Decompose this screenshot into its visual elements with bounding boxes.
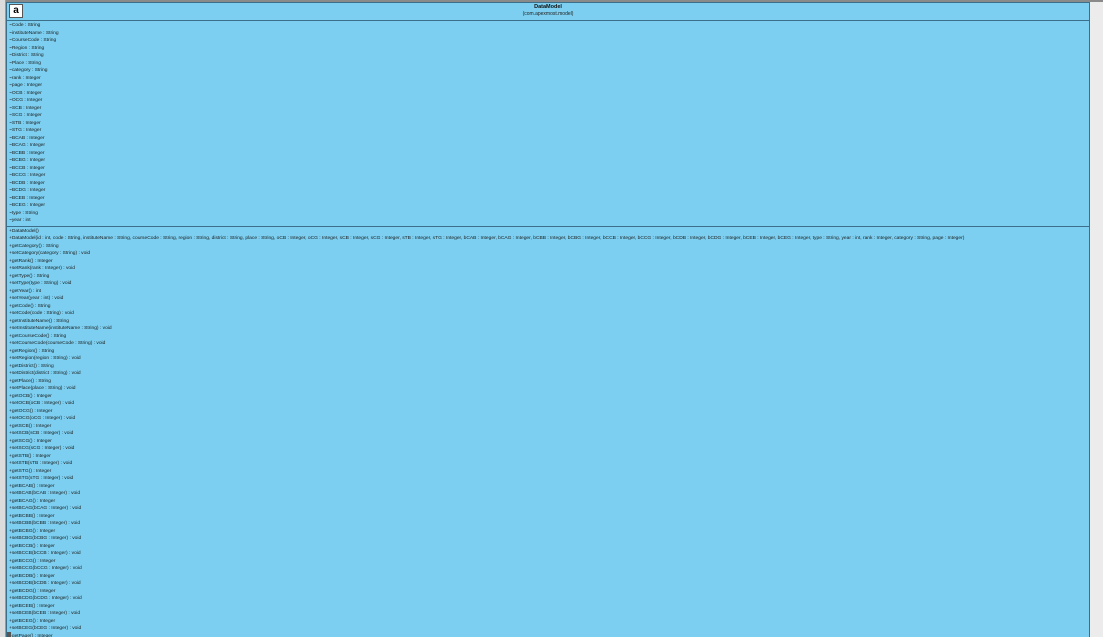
operation-row: +getSCG() : Integer: [9, 438, 52, 444]
operation-row: +getRegion() : String: [9, 348, 55, 354]
attribute-row: ~page : Integer: [9, 83, 43, 88]
operation-row: +setRegion(region : String) : void: [9, 356, 81, 361]
operation-row: +getBCDG() : Integer: [9, 588, 56, 594]
operation-row: +getOCB() : Integer: [9, 393, 52, 399]
operation-row: +getBCDB() : Integer: [9, 573, 55, 579]
operation-row: +getCategory() : String: [9, 243, 59, 249]
operation-row: +getBCEG() : Integer: [9, 618, 56, 624]
operation-row: +setDistrict(district : String) : void: [9, 371, 81, 376]
attribute-row: ~Region : String: [9, 45, 45, 51]
operation-row: +setOCB(oCB : Integer) : void: [9, 401, 75, 406]
operation-row: +getInstituteName() : String: [9, 318, 69, 324]
operation-row: +setOCG(oCG : Integer) : void: [9, 416, 76, 421]
operation-row: +getPage() : Integer: [9, 633, 53, 637]
operation-row: +setYear(year : int) : void: [9, 296, 64, 301]
operation-row: +setType(type : String) : void: [9, 281, 72, 286]
operation-row: +setSCG(sCG : Integer) : void: [9, 446, 75, 451]
class-stereotype-badge: a: [9, 4, 23, 18]
attribute-row: ~District : String: [9, 53, 44, 58]
operation-row: +getBCCB() : Integer: [9, 543, 55, 549]
attribute-row: ~BCAB : Integer: [9, 135, 45, 141]
operation-row: +getCourseCode() : String: [9, 333, 67, 339]
operation-row: +DataModel(): [9, 228, 39, 234]
operation-row: +setBCCB(bCCB : Integer) : void: [9, 551, 81, 556]
operation-row: +setSCB(sCB : Integer) : void: [9, 431, 74, 436]
class-header: DataModel (com.apexmost.model): [7, 3, 1089, 21]
attribute-row: ~Place : String: [9, 60, 41, 66]
attribute-row: ~STB : Integer: [9, 120, 41, 126]
operation-row: +setBCDG(bCDG : Integer) : void: [9, 596, 82, 601]
operation-row: +getSCB() : Integer: [9, 423, 52, 429]
operation-row: +getBCAB() : Integer: [9, 483, 55, 489]
operation-row: +setCourseCode(courseCode : String) : vo…: [9, 341, 106, 346]
attribute-row: ~BCBB : Integer: [9, 150, 45, 156]
attribute-row: ~BCCG : Integer: [9, 173, 46, 178]
operation-row: +getCode() : String: [9, 303, 51, 309]
attribute-row: ~SCB : Integer: [9, 105, 42, 111]
operation-row: +getRank() : Integer: [9, 258, 53, 264]
operation-row: +getSTB() : Integer: [9, 453, 51, 459]
attribute-row: ~Code : String: [9, 23, 41, 28]
operation-row: +getBCBB() : Integer: [9, 513, 55, 519]
attribute-row: ~BCDB : Integer: [9, 180, 45, 186]
attribute-row: ~BCDG : Integer: [9, 188, 46, 193]
operation-row: +setBCEB(bCEB : Integer) : void: [9, 611, 81, 616]
attribute-row: ~BCEB : Integer: [9, 195, 45, 201]
operations-compartment: +DataModel() +DataModel(id : int, code : …: [7, 227, 1089, 637]
operation-row: +getOCG() : Integer: [9, 408, 53, 414]
operation-row: +setBCBG(bCBG : Integer) : void: [9, 536, 82, 541]
operation-row: +getDistrict() : String: [9, 363, 54, 369]
attribute-row: ~year : int: [9, 218, 31, 223]
operation-row: +setBCCG(bCCG : Integer) : void: [9, 566, 82, 571]
attribute-row: ~type : String: [9, 210, 38, 216]
attribute-row: ~CourseCode : String: [9, 38, 57, 43]
attribute-row: ~OCG : Integer: [9, 98, 43, 103]
attribute-row: ~STG : Integer: [9, 128, 42, 133]
class-package: (com.apexmost.model): [522, 10, 574, 17]
operation-row: +setCategory(category : String) : void: [9, 251, 91, 256]
attribute-row: ~OCB : Integer: [9, 90, 42, 96]
connector-stub: [7, 632, 11, 637]
attributes-compartment: ~Code : String ~instituteName : String ~Co…: [7, 21, 1089, 227]
diagram-canvas: a DataModel (com.apexmost.model) ~Code :…: [0, 0, 1103, 637]
attribute-row: ~BCBG : Integer: [9, 158, 46, 163]
operation-row: +setRank(rank : Integer) : void: [9, 266, 75, 271]
operation-row: +setInstituteName(instituteName : String…: [9, 326, 112, 331]
operation-row: +setCode(code : String) : void: [9, 311, 74, 316]
operation-row: +setBCEG(bCEG : Integer) : void: [9, 626, 82, 631]
attribute-row: ~rank : Integer: [9, 75, 41, 81]
attribute-row: ~instituteName : String: [9, 30, 59, 36]
operation-row: +getBCCG() : Integer: [9, 558, 56, 564]
operation-row: +getBCBG() : Integer: [9, 528, 56, 534]
operation-row: +getYear() : int: [9, 288, 42, 294]
operation-row: +DataModel(id : int, code : String, inst…: [9, 236, 965, 241]
operation-row: +setSTG(sTG : Integer) : void: [9, 476, 74, 481]
operation-row: +setBCDB(bCDB : Integer) : void: [9, 581, 81, 586]
operation-row: +setPlace(place : String) : void: [9, 386, 76, 391]
operation-row: +getType() : String: [9, 273, 50, 279]
attribute-row: ~category : String: [9, 68, 48, 73]
operation-row: +getBCAG() : Integer: [9, 498, 56, 504]
attribute-row: ~SCG : Integer: [9, 113, 42, 118]
operation-row: +setBCBB(bCBB : Integer) : void: [9, 521, 81, 526]
attribute-row: ~BCAG : Integer: [9, 143, 46, 148]
operation-row: +getBCEB() : Integer: [9, 603, 55, 609]
operation-row: +getSTG() : Integer: [9, 468, 52, 474]
attribute-row: ~BCEG : Integer: [9, 203, 46, 208]
operation-row: +setBCAG(bCAG : Integer) : void: [9, 506, 82, 511]
operation-row: +setBCAB(bCAB : Integer) : void: [9, 491, 81, 496]
attribute-row: ~BCCB : Integer: [9, 165, 45, 171]
operation-row: +setSTB(sTB : Integer) : void: [9, 461, 73, 466]
operation-row: +getPlace() : String: [9, 378, 51, 384]
uml-class-box[interactable]: a DataModel (com.apexmost.model) ~Code :…: [6, 2, 1090, 637]
